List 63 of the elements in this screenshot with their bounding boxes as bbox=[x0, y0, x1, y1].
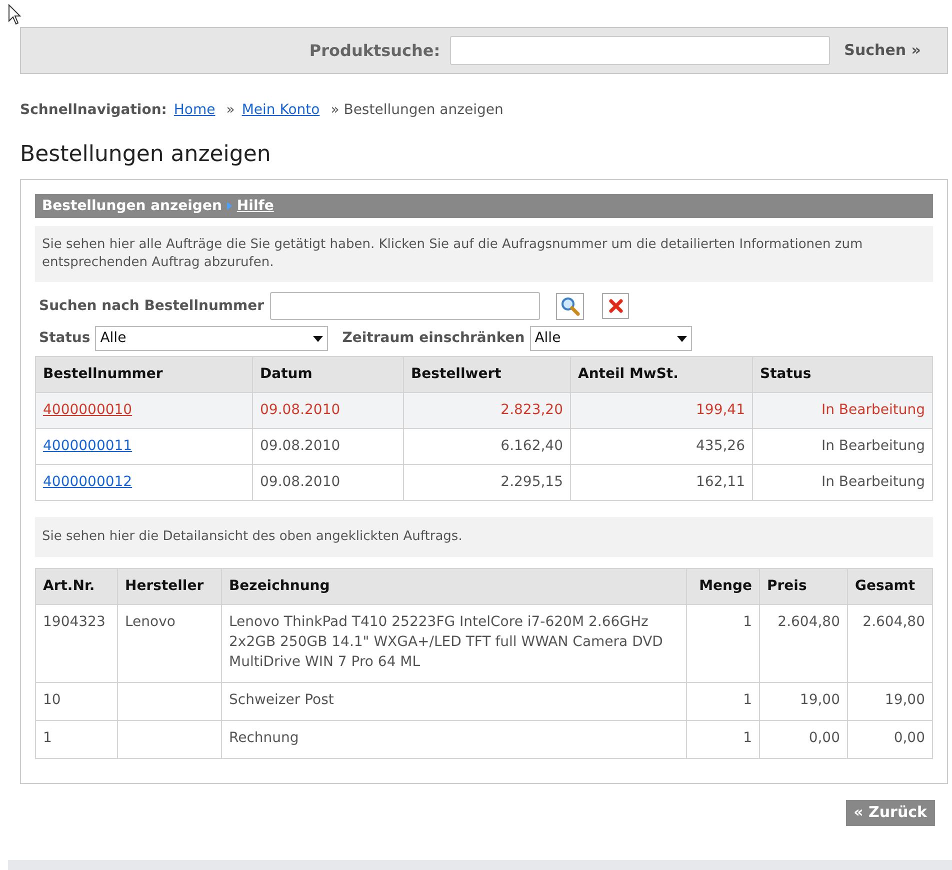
quantity: 1 bbox=[686, 604, 760, 682]
quantity: 1 bbox=[686, 720, 760, 758]
triangle-icon bbox=[226, 202, 232, 210]
article-number: 1904323 bbox=[36, 604, 118, 682]
filter-label: Status bbox=[39, 329, 90, 348]
price: 2.604,80 bbox=[760, 604, 848, 682]
column-header: Bezeichnung bbox=[222, 568, 686, 604]
breadcrumb-link[interactable]: Mein Konto bbox=[242, 100, 320, 121]
total: 2.604,80 bbox=[848, 604, 932, 682]
column-header: Art.Nr. bbox=[36, 568, 118, 604]
price: 0,00 bbox=[760, 720, 848, 758]
column-header: Bestellnummer bbox=[36, 356, 252, 392]
detail-intro-text: Sie sehen hier die Detailansicht des oben angeklickten Auftrags. bbox=[35, 517, 933, 556]
total: 0,00 bbox=[848, 720, 932, 758]
quantity: 1 bbox=[686, 682, 760, 720]
column-header: Preis bbox=[760, 568, 848, 604]
page-title: Bestellungen anzeigen bbox=[19, 141, 272, 169]
order-date: 09.08.2010 bbox=[252, 464, 404, 500]
caret-icon bbox=[313, 336, 324, 342]
order-search-label: Suchen nach Bestellnummer bbox=[39, 296, 264, 316]
breadcrumb-label: Schnellnavigation: bbox=[20, 101, 167, 120]
breadcrumb-link[interactable]: Home bbox=[174, 100, 216, 121]
column-header: Status bbox=[752, 356, 932, 392]
search-button[interactable] bbox=[556, 292, 584, 320]
column-header: Gesamt bbox=[848, 568, 932, 604]
panel-header-title: Bestellungen anzeigen bbox=[42, 196, 222, 216]
price: 19,00 bbox=[760, 682, 848, 720]
close-icon bbox=[608, 299, 622, 313]
search-icon bbox=[560, 296, 580, 316]
search-label: Produktsuche: bbox=[309, 40, 440, 62]
item-description: Lenovo ThinkPad T410 25223FG IntelCore i7-620M 2.66GHz 2x2GB 250GB 14.1" WXGA+/LED TFT full WWAN Camera DVD MultiDrive WIN 7 Pro 64 ML bbox=[222, 604, 686, 682]
column-header: Menge bbox=[686, 568, 760, 604]
filter-label: Zeitraum einschränken bbox=[342, 329, 525, 348]
product-search-field[interactable] bbox=[450, 36, 830, 65]
breadcrumb-current: » Bestellungen anzeigen bbox=[330, 101, 504, 120]
order-number-link[interactable]: 4000000012 bbox=[36, 464, 252, 500]
search-button[interactable]: Suchen » bbox=[844, 39, 921, 62]
column-header: Anteil MwSt. bbox=[570, 356, 752, 392]
item-description: Rechnung bbox=[222, 720, 686, 758]
order-row[interactable]: 4000000011 09.08.2010 6.162,40 435,26 In Bearbeitung bbox=[36, 428, 932, 464]
item-description: Schweizer Post bbox=[222, 682, 686, 720]
column-header: Bestellwert bbox=[404, 356, 570, 392]
clear-button[interactable] bbox=[602, 293, 629, 319]
help-link[interactable]: Hilfe bbox=[236, 196, 274, 216]
order-number-field[interactable] bbox=[270, 292, 540, 320]
order-row[interactable]: 4000000010 09.08.2010 2.823,20 199,41 In Bearbeitung bbox=[36, 392, 932, 428]
article-number: 10 bbox=[36, 682, 118, 720]
caret-icon bbox=[676, 336, 687, 342]
total: 19,00 bbox=[848, 682, 932, 720]
order-status: In Bearbeitung bbox=[752, 464, 932, 500]
column-header: Hersteller bbox=[118, 568, 222, 604]
order-vat: 162,11 bbox=[570, 464, 752, 500]
mouse-cursor-icon bbox=[8, 4, 22, 26]
filter-dropdown[interactable]: Alle bbox=[530, 326, 692, 351]
intro-text: Sie sehen hier alle Aufträge die Sie getätigt haben. Klicken Sie auf die Aufragsnummer um die detailierten Informationen zum entsprechenden Auftrag abzurufen. bbox=[35, 226, 933, 282]
manufacturer: Lenovo bbox=[118, 604, 222, 682]
column-header: Datum bbox=[252, 356, 404, 392]
breadcrumb-separator: » bbox=[226, 101, 235, 120]
article-number: 1 bbox=[36, 720, 118, 758]
filter-dropdown[interactable]: Alle bbox=[95, 326, 328, 351]
order-value: 2.295,15 bbox=[404, 464, 570, 500]
order-row[interactable]: 4000000012 09.08.2010 2.295,15 162,11 In Bearbeitung bbox=[36, 464, 932, 500]
back-button[interactable]: « Zurück bbox=[846, 800, 935, 826]
